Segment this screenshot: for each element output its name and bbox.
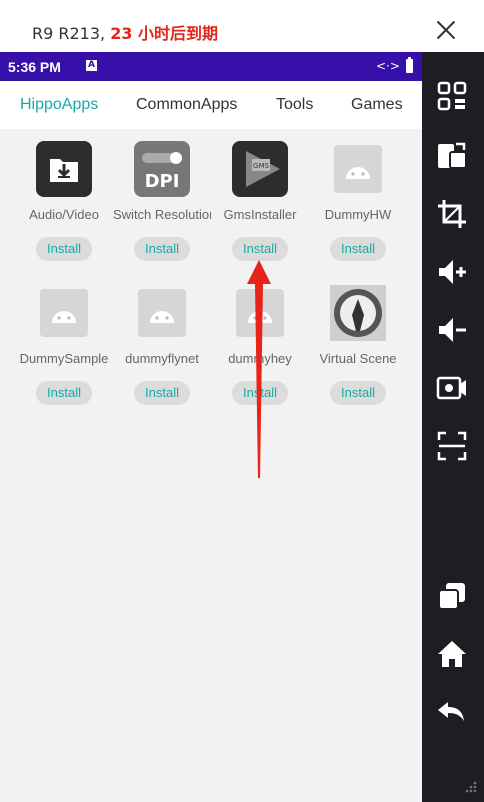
resize-grip-icon[interactable] xyxy=(462,780,478,796)
app-name: DummyHW xyxy=(324,207,392,222)
android-icon[interactable] xyxy=(334,145,382,193)
tab-commonapps[interactable]: CommonApps xyxy=(136,96,237,114)
tab-tools[interactable]: Tools xyxy=(276,96,313,114)
app-item[interactable]: Virtual Scene Install xyxy=(309,285,407,410)
volume-up-icon[interactable] xyxy=(436,256,468,288)
crop-icon[interactable] xyxy=(436,198,468,230)
data-transfer-icon: <·> xyxy=(376,59,400,73)
app-item[interactable]: GMS GmsInstaller Install xyxy=(211,141,309,266)
virtual-scene-icon[interactable] xyxy=(330,285,386,341)
app-item[interactable]: DPI Switch Resolution Install xyxy=(113,141,211,266)
window-title-bar: R9 R213, 23 小时后到期 xyxy=(0,0,484,52)
dpi-icon[interactable]: DPI xyxy=(134,141,190,197)
rotate-screen-icon[interactable] xyxy=(436,140,468,172)
phone-screen: 5:36 PM A <·> HippoApps CommonApps Tools… xyxy=(0,52,422,802)
download-folder-icon[interactable] xyxy=(36,141,92,197)
app-item[interactable]: Audio/Video Install xyxy=(15,141,113,266)
gms-play-icon[interactable]: GMS xyxy=(232,141,288,197)
install-button[interactable]: Install xyxy=(330,237,386,261)
app-name: Virtual Scene xyxy=(319,351,397,366)
android-icon[interactable] xyxy=(40,289,88,337)
install-button[interactable]: Install xyxy=(36,381,92,405)
scan-icon[interactable] xyxy=(436,430,468,462)
tab-hippoapps[interactable]: HippoApps xyxy=(20,96,98,114)
install-button[interactable]: Install xyxy=(134,381,190,405)
install-button[interactable]: Install xyxy=(330,381,386,405)
app-item[interactable]: DummyHW Install xyxy=(309,141,407,266)
record-icon[interactable] xyxy=(436,372,468,404)
app-name: Audio/Video xyxy=(29,207,99,222)
app-item[interactable]: DummySample Install xyxy=(15,285,113,410)
tab-bar: HippoApps CommonApps Tools Games xyxy=(0,81,422,129)
copy-icon[interactable] xyxy=(436,580,468,612)
window-title-expiry: 23 小时后到期 xyxy=(110,24,219,43)
annotation-arrow-icon xyxy=(247,260,271,478)
install-button[interactable]: Install xyxy=(232,237,288,261)
install-button[interactable]: Install xyxy=(134,237,190,261)
grid-icon[interactable] xyxy=(436,80,468,112)
volume-down-icon[interactable] xyxy=(436,314,468,346)
app-name: GmsInstaller xyxy=(223,207,297,222)
tab-games[interactable]: Games xyxy=(351,96,403,114)
install-button[interactable]: Install xyxy=(36,237,92,261)
app-name: dummyflynet xyxy=(125,351,199,366)
app-name: DummySample xyxy=(19,351,109,366)
app-name: Switch Resolution xyxy=(113,207,211,222)
battery-icon xyxy=(406,57,413,73)
back-icon[interactable] xyxy=(436,696,468,728)
android-icon[interactable] xyxy=(138,289,186,337)
status-time: 5:36 PM xyxy=(8,59,61,75)
window-title: R9 R213, 23 小时后到期 xyxy=(32,20,218,44)
close-icon[interactable] xyxy=(432,16,460,44)
app-item[interactable]: dummyflynet Install xyxy=(113,285,211,410)
status-bar: 5:36 PM A <·> xyxy=(0,52,422,81)
window-title-device: R9 R213, xyxy=(32,24,111,43)
home-icon[interactable] xyxy=(436,638,468,670)
svg-text:GMS: GMS xyxy=(253,162,269,170)
notification-icon: A xyxy=(86,60,97,71)
svg-text:DPI: DPI xyxy=(145,171,180,192)
control-sidebar xyxy=(422,52,484,802)
